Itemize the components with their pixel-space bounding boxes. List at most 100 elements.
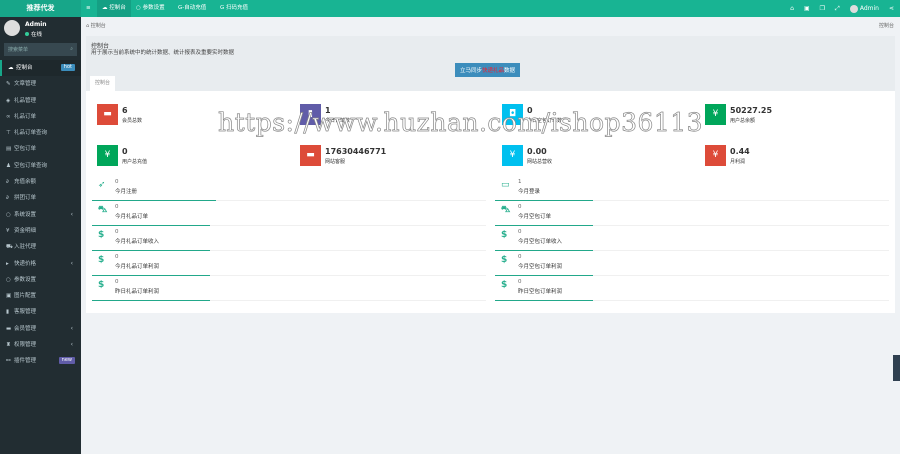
yen-icon: ¥ [705, 104, 726, 125]
stat-card: ¥50227.25 用户总余额 [705, 104, 895, 128]
menu-toggle-icon[interactable]: ≡ [81, 0, 96, 17]
pencil-icon: ✎ [6, 81, 11, 88]
sync-label-post: 数据 [504, 68, 516, 74]
cart-icon: ⛍ [98, 205, 108, 215]
summary-row: $0 今月礼品订单利润 [92, 251, 486, 276]
summary-value: 0 [115, 254, 119, 260]
sidebar-item-label: 入驻代理 [14, 244, 37, 251]
stat-label: 网站总营收 [527, 159, 553, 165]
dollar-icon: $ [98, 230, 105, 240]
card-icon: ▭ [501, 180, 510, 190]
breadcrumb: ⌂ 控制台 [86, 23, 106, 29]
tab-dashboard[interactable]: ☁ 控制台 [97, 0, 131, 17]
cart-icon: ⛍ [501, 205, 511, 215]
summary-value: 0 [115, 229, 119, 235]
side-drawer-handle[interactable] [893, 355, 900, 381]
menu-search-input[interactable]: 搜索菜单 ⌕ [4, 43, 77, 56]
summary-value: 0 [518, 254, 522, 260]
summary-label: 今月空包订单收入 [518, 239, 563, 245]
menu-badge: new [58, 357, 75, 365]
sidebar-item-label: 文章管理 [14, 81, 37, 88]
summary-label: 今月礼品订单收入 [115, 239, 160, 245]
dollar-icon: $ [501, 255, 508, 265]
summary-value: 0 [115, 204, 119, 210]
sidebar-item[interactable]: ◈ 礼品管理 [0, 93, 81, 109]
tab-label: 参数设置 [142, 5, 165, 11]
stat-card: ¥0.44 月利润 [705, 145, 895, 169]
sync-label-highlight: 快递礼品 [482, 68, 505, 74]
summary-label: 今月注册 [115, 189, 138, 195]
rocket-icon: ➶ [98, 180, 106, 190]
tab-auto-recharge[interactable]: G-自动充值 [173, 0, 211, 17]
stat-card: ¥0.00 网站总营收 [502, 145, 692, 169]
sidebar-item[interactable]: ⛟入驻代理 [0, 239, 81, 255]
progress-underline [92, 300, 210, 301]
sidebar-item[interactable]: ∂ 充值余额 [0, 174, 81, 190]
stat-value: 50227.25 [730, 106, 773, 115]
sidebar-item[interactable]: ✎ 文章管理 [0, 76, 81, 92]
sync-button[interactable]: 立马同步快递礼品数据 [455, 63, 521, 77]
summary-label: 今月空包订单 [518, 214, 552, 220]
image-icon: ▣ [6, 293, 12, 300]
dashboard-icon: ☁ [8, 65, 14, 71]
summary-label: 今月礼品订单 [115, 214, 149, 220]
sidebar-item[interactable]: ▣ 图片配置 [0, 288, 81, 304]
plug-icon: ⚯ [6, 358, 11, 365]
share-icon[interactable]: ⋖ [889, 0, 894, 17]
sidebar-item[interactable]: ⚯ 插件管理 new [0, 353, 81, 369]
summary-value: 0 [518, 279, 522, 285]
watermark: https://www.huzhan.com/ishop36113 [218, 108, 704, 138]
sidebar-item[interactable]: ⊤ 礼品订单查询 [0, 125, 81, 141]
sidebar-item[interactable]: ∂ 拼团订单 [0, 190, 81, 206]
summary-row: $0 今月空包订单收入 [495, 226, 889, 251]
fullscreen-icon[interactable]: ⤢ [835, 0, 840, 17]
yen-icon: ¥ [97, 145, 118, 166]
truck-icon: ▸ [6, 260, 9, 267]
sidebar-item-label: 空包订单 [14, 146, 37, 153]
sidebar-item[interactable]: ♟ 空包订单查询 [0, 158, 81, 174]
sidebar-item-label: 权限管理 [14, 342, 37, 349]
copy-icon[interactable]: ❐ [820, 0, 825, 17]
sidebar-item[interactable]: ∞ 礼品订单 [0, 109, 81, 125]
cube-icon: ◈ [6, 97, 11, 104]
stat-label: 会员总数 [122, 118, 143, 124]
dollar-icon: $ [98, 280, 105, 290]
tab-scan-recharge[interactable]: G 扫码充值 [215, 0, 253, 17]
group-icon: ♜ [6, 342, 11, 349]
summary-row: $0 昨日空包订单利润 [495, 276, 889, 301]
brand-logo[interactable]: 推荐代发 [0, 0, 81, 17]
sidebar-item[interactable]: ○ 参数设置 [0, 272, 81, 288]
summary-label: 昨日空包订单利润 [518, 289, 563, 295]
stat-value: 0.44 [730, 147, 750, 156]
tab-console[interactable]: 控制台 [90, 76, 116, 91]
summary-row: $0 昨日礼品订单利润 [92, 276, 486, 301]
sidebar-item[interactable]: ¥ 资金明细 [0, 223, 81, 239]
search-icon[interactable]: ⌕ [70, 46, 73, 52]
sidebar-item[interactable]: ☁ 控制台 hot [0, 60, 81, 77]
list-icon: ▤ [6, 146, 12, 153]
summary-value: 0 [115, 179, 119, 185]
sidebar-item-label: 客服管理 [14, 309, 37, 316]
sidebar-item[interactable]: ▮ 客服管理 [0, 304, 81, 320]
stat-card: ▬ 17630446771 网站客服 [300, 145, 490, 169]
sidebar-item[interactable]: ♜ 权限管理 ‹ [0, 337, 81, 353]
sidebar-menu: ☁ 控制台 hot ✎ 文章管理 ◈ 礼品管理 ∞ 礼品订单 ⊤ 礼品订单查询 ▤ 空包订单 ♟ 空包订单查… [0, 60, 81, 370]
summary-row: ➶ 0 今月注册 [92, 176, 486, 201]
breadcrumb-right[interactable]: 控制台 [879, 22, 894, 29]
sidebar-item[interactable]: ▤ 空包订单 [0, 141, 81, 157]
sidebar-item[interactable]: ○ 系统设置 ‹ [0, 207, 81, 223]
breadcrumb-item[interactable]: 控制台 [91, 23, 106, 29]
binoculars-icon: ∞ [6, 113, 11, 120]
sidebar-item[interactable]: ▬ 会员管理 ‹ [0, 321, 81, 337]
home-icon[interactable]: ⌂ [790, 0, 794, 17]
filter-icon: ⊤ [6, 130, 11, 137]
sidebar-item-label: 拼团订单 [14, 195, 37, 202]
dollar-icon: $ [501, 230, 508, 240]
trash-icon[interactable]: ▣ [804, 0, 810, 17]
summary-row: ⛍ 0 今月空包订单 [495, 201, 889, 226]
tab-params[interactable]: ○ 参数设置 [131, 0, 170, 17]
sidebar-item[interactable]: ▸ 快递价格 ‹ [0, 256, 81, 272]
summary-value: 0 [518, 229, 522, 235]
dollar-icon: $ [501, 280, 508, 290]
user-menu[interactable]: Admin [849, 0, 879, 17]
